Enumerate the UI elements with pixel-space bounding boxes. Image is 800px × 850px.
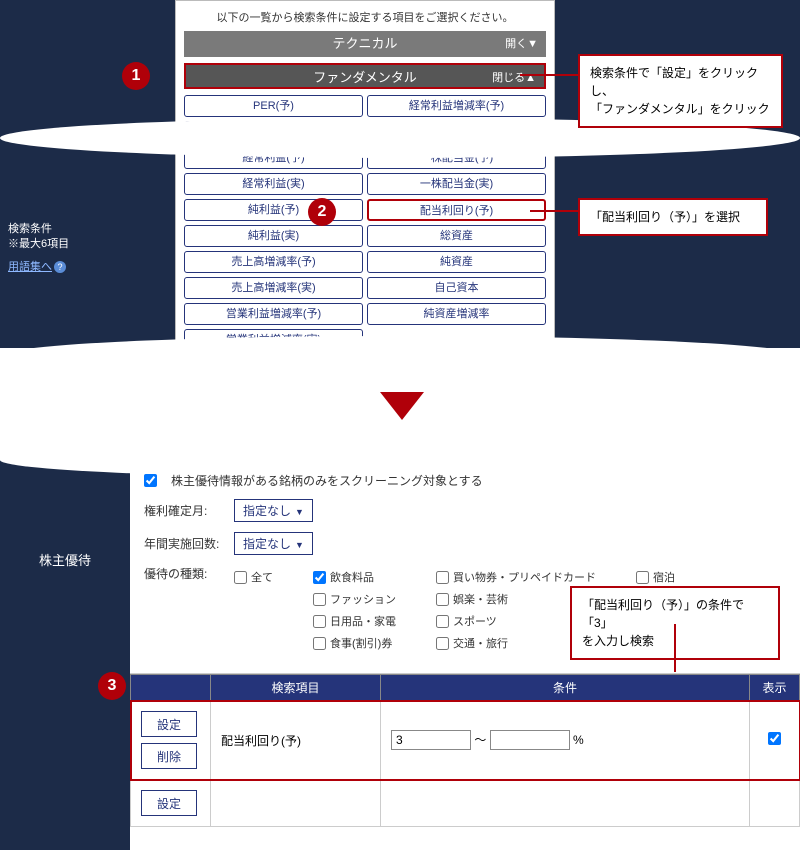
cell-item	[211, 780, 381, 827]
kind-label: 優待の種類:	[144, 565, 224, 582]
callout-2: 「配当利回り（予）」を選択	[578, 198, 768, 236]
item-sales-rate-f[interactable]: 売上高増減率(予)	[184, 251, 363, 273]
condition-row: 設定 削除 配当利回り(予) ～ %	[131, 701, 800, 780]
item-per[interactable]: PER(予)	[184, 95, 363, 117]
condition-table: 検索項目 条件 表示 設定 削除 配当利回り(予) ～ %	[130, 674, 800, 827]
section-technical[interactable]: テクニカル 開く▼	[184, 31, 546, 57]
set-button[interactable]: 設定	[141, 790, 197, 816]
condition-card: 以下の一覧から検索条件に設定する項目をご選択ください。 テクニカル 開く▼ ファ…	[175, 0, 555, 352]
cell-item: 配当利回り(予)	[211, 701, 381, 780]
kind-checkbox[interactable]	[436, 637, 449, 650]
benefit-only-label: 株主優待情報がある銘柄のみをスクリーニング対象とする	[171, 472, 483, 489]
leader-line	[520, 74, 580, 76]
select-value: 指定なし	[243, 504, 291, 518]
kind-text: 娯楽・芸術	[453, 591, 508, 607]
arrow-down-icon	[380, 392, 424, 420]
chevron-up-icon: 閉じる▲	[492, 65, 536, 91]
cell-condition	[381, 780, 750, 827]
times-select[interactable]: 指定なし ▼	[234, 532, 313, 555]
cell-show	[750, 701, 800, 780]
select-value: 指定なし	[243, 537, 291, 551]
item-equity[interactable]: 自己資本	[367, 277, 546, 299]
tab-shareholder-benefit[interactable]: 株主優待	[0, 550, 130, 569]
cell-actions: 設定 削除	[131, 701, 211, 780]
kind-text: 交通・旅行	[453, 635, 508, 651]
kind-text: 宿泊	[653, 569, 675, 585]
step-badge-2: 2	[308, 198, 336, 226]
kind-all-checkbox[interactable]	[234, 571, 247, 584]
th-condition: 条件	[381, 675, 750, 701]
side-tab-area: 株主優待	[0, 460, 130, 850]
callout-1: 検索条件で「設定」をクリックし、 「ファンダメンタル」をクリック	[578, 54, 783, 128]
kind-checkbox[interactable]	[436, 593, 449, 606]
section-fundamental[interactable]: ファンダメンタル 閉じる▲	[184, 63, 546, 89]
section-label: テクニカル	[332, 36, 397, 51]
condition-row-empty: 設定	[131, 780, 800, 827]
from-input[interactable]	[391, 730, 471, 750]
glossary-link[interactable]: 用語集へ?	[8, 258, 66, 274]
kind-checkbox[interactable]	[313, 571, 326, 584]
kind-text: 日用品・家電	[330, 613, 396, 629]
section-label: ファンダメンタル	[313, 70, 417, 85]
item-dividend-yield-f[interactable]: 配当利回り(予)	[367, 199, 546, 221]
th-show: 表示	[750, 675, 800, 701]
kind-text: スポーツ	[453, 613, 497, 629]
glossary-text: 用語集へ	[8, 261, 52, 273]
times-label: 年間実施回数:	[144, 535, 224, 552]
kind-checkbox[interactable]	[636, 571, 649, 584]
help-icon: ?	[54, 261, 66, 273]
item-net-assets[interactable]: 純資産	[367, 251, 546, 273]
item-ordinc-rate-f[interactable]: 経常利益増減率(予)	[367, 95, 546, 117]
item-netassets-rate[interactable]: 純資産増減率	[367, 303, 546, 325]
leader-line	[674, 624, 676, 672]
card-hint: 以下の一覧から検索条件に設定する項目をご選択ください。	[184, 9, 546, 25]
kind-checkbox[interactable]	[313, 615, 326, 628]
chevron-down-icon: ▼	[295, 540, 304, 550]
cell-actions: 設定	[131, 780, 211, 827]
item-opinc-rate-f[interactable]: 営業利益増減率(予)	[184, 303, 363, 325]
item-netinc-f[interactable]: 純利益(予)	[184, 199, 363, 221]
cell-show	[750, 780, 800, 827]
show-checkbox[interactable]	[768, 732, 781, 745]
kind-text: 全て	[251, 569, 273, 585]
set-button[interactable]: 設定	[141, 711, 197, 737]
th-actions	[131, 675, 211, 701]
kind-checkbox[interactable]	[313, 637, 326, 650]
th-item: 検索項目	[211, 675, 381, 701]
to-input[interactable]	[490, 730, 570, 750]
item-netinc-a[interactable]: 純利益(実)	[184, 225, 363, 247]
search-cond-label: 検索条件 ※最大6項目	[8, 222, 69, 253]
item-ordinc-a[interactable]: 経常利益(実)	[184, 173, 363, 195]
month-label: 権利確定月:	[144, 502, 224, 519]
kind-checkbox[interactable]	[436, 615, 449, 628]
benefit-only-checkbox[interactable]	[144, 474, 157, 487]
kind-text: ファッション	[330, 591, 396, 607]
item-total-assets[interactable]: 総資産	[367, 225, 546, 247]
tilde: ～	[474, 733, 486, 747]
item-sales-rate-a[interactable]: 売上高増減率(実)	[184, 277, 363, 299]
step-badge-3: 3	[98, 672, 126, 700]
kind-text: 飲食料品	[330, 569, 374, 585]
item-dps-a[interactable]: 一株配当金(実)	[367, 173, 546, 195]
chevron-down-icon: ▼	[295, 507, 304, 517]
top-panel: 以下の一覧から検索条件に設定する項目をご選択ください。 テクニカル 開く▼ ファ…	[0, 0, 800, 348]
kind-checkbox[interactable]	[436, 571, 449, 584]
wave-cut	[0, 352, 800, 392]
leader-line	[530, 210, 580, 212]
cell-condition: ～ %	[381, 701, 750, 780]
kind-checkbox[interactable]	[313, 593, 326, 606]
month-select[interactable]: 指定なし ▼	[234, 499, 313, 522]
delete-button[interactable]: 削除	[141, 743, 197, 769]
chevron-down-icon: 開く▼	[505, 31, 538, 57]
unit-label: %	[573, 733, 584, 747]
kind-text: 買い物券・プリペイドカード	[453, 569, 596, 585]
step-badge-1: 1	[122, 62, 150, 90]
kind-text: 食事(割引)券	[330, 635, 392, 651]
